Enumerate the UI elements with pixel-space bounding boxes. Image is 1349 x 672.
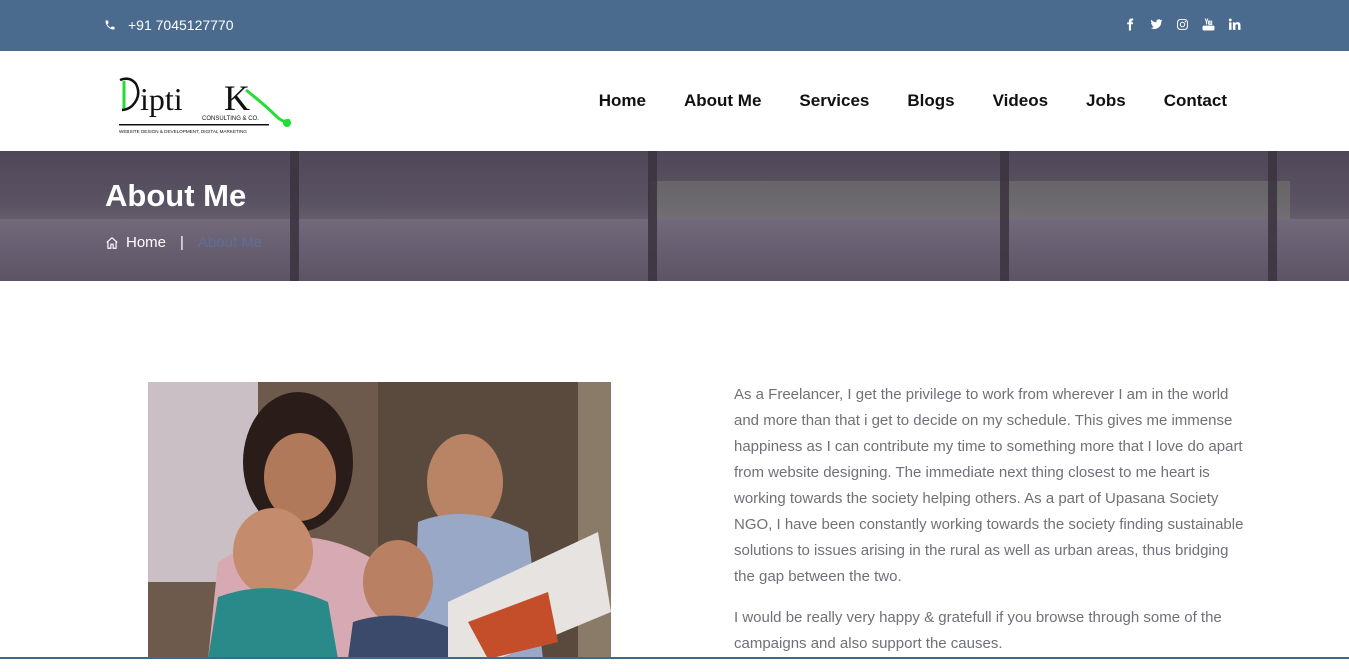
phone-number: +91 7045127770 (128, 17, 234, 33)
about-photo (148, 382, 611, 659)
phone-contact[interactable]: +91 7045127770 (104, 17, 234, 33)
breadcrumb-separator: | (180, 234, 184, 251)
about-paragraph: As a Freelancer, I get the privilege to … (734, 386, 1244, 585)
nav-contact[interactable]: Contact (1164, 91, 1227, 111)
page-banner: About Me Home | About Me (0, 151, 1349, 281)
page-title: About Me (105, 178, 247, 213)
top-bar: +91 7045127770 (0, 0, 1349, 51)
twitter-icon[interactable] (1150, 18, 1163, 32)
nav-home[interactable]: Home (599, 91, 646, 111)
site-logo[interactable]: ipti K CONSULTING & CO. WEBSITE DESIGN &… (118, 76, 293, 138)
breadcrumb-home[interactable]: Home (126, 234, 166, 251)
facebook-icon[interactable] (1124, 18, 1137, 32)
nav-about-me[interactable]: About Me (684, 91, 761, 111)
instagram-icon[interactable] (1176, 18, 1189, 32)
about-text: As a Freelancer, I get the privilege to … (734, 382, 1249, 672)
svg-text:CONSULTING & CO.: CONSULTING & CO. (202, 116, 259, 122)
banner-overlay (0, 151, 1349, 281)
nav-videos[interactable]: Videos (993, 91, 1048, 111)
about-paragraph: I would be really very happy & gratefull… (734, 609, 1222, 652)
home-icon (106, 236, 118, 249)
breadcrumb: Home | About Me (105, 234, 262, 251)
svg-text:WEBSITE DESIGN & DEVELOPMENT,: WEBSITE DESIGN & DEVELOPMENT, DIGITAL MA… (119, 129, 247, 134)
svg-text:ipti: ipti (140, 81, 183, 117)
site-header: ipti K CONSULTING & CO. WEBSITE DESIGN &… (0, 51, 1349, 151)
youtube-icon[interactable] (1202, 18, 1215, 32)
nav-blogs[interactable]: Blogs (907, 91, 954, 111)
nav-jobs[interactable]: Jobs (1086, 91, 1126, 111)
main-nav: Home About Me Services Blogs Videos Jobs… (599, 91, 1227, 111)
svg-text:K: K (224, 78, 250, 118)
phone-icon (105, 20, 115, 30)
social-links (1124, 18, 1241, 32)
nav-services[interactable]: Services (799, 91, 869, 111)
linkedin-icon[interactable] (1228, 18, 1241, 32)
breadcrumb-current: About Me (197, 234, 263, 251)
